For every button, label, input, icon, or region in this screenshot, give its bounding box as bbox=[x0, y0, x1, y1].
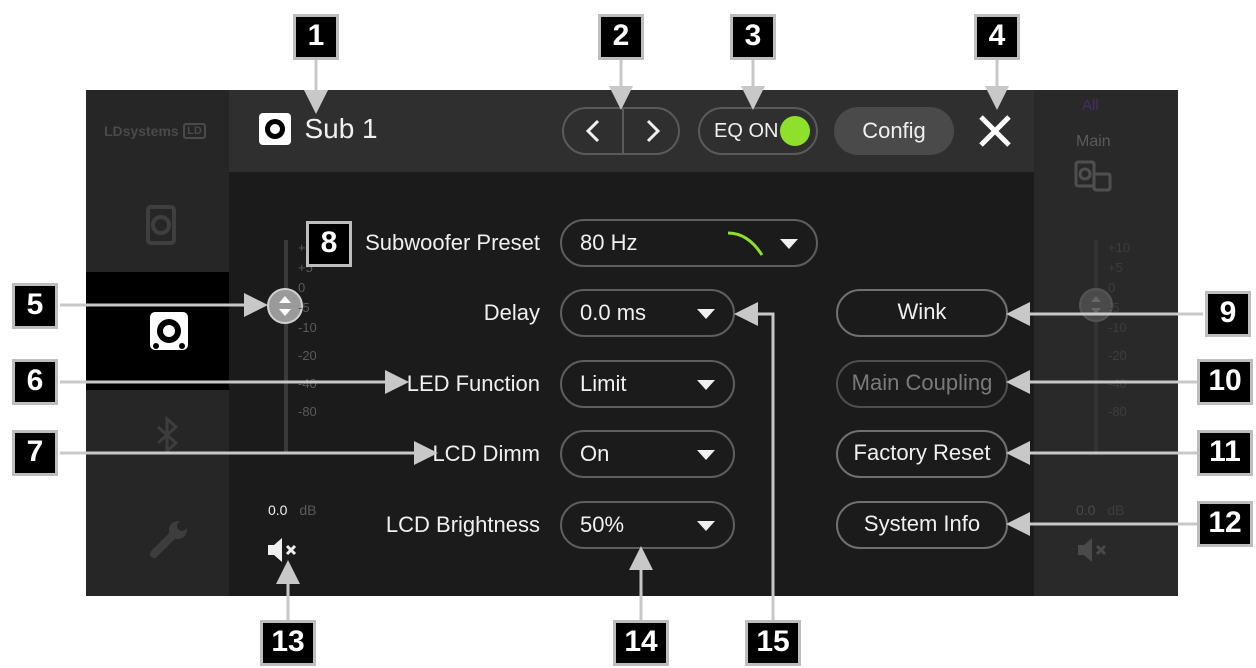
right-level-value: 0.0 bbox=[1076, 502, 1096, 518]
chevron-left-icon bbox=[585, 119, 600, 143]
chevron-down-icon bbox=[697, 521, 715, 531]
subwoofer-icon bbox=[259, 113, 291, 145]
right-level-readout: 0.0 dB bbox=[1076, 502, 1124, 518]
next-button[interactable] bbox=[624, 109, 680, 153]
callout-15: 15 bbox=[745, 620, 801, 666]
lcd-brightness-value: 50% bbox=[580, 512, 625, 537]
callout-2: 2 bbox=[598, 14, 644, 60]
fader-scale: +10 +5 0 -5 -10 -20 -40 -80 bbox=[298, 240, 328, 424]
callout-12: 12 bbox=[1197, 501, 1253, 547]
wrench-icon bbox=[150, 521, 187, 558]
eq-status-dot bbox=[780, 116, 810, 146]
right-fader-tick: -10 bbox=[1108, 320, 1127, 335]
title-group: Sub 1 bbox=[258, 112, 378, 152]
preset-label: Subwoofer Preset bbox=[365, 230, 540, 255]
lcd-brightness-dropdown[interactable]: 50% bbox=[560, 501, 735, 549]
right-fader-tick: +5 bbox=[1108, 260, 1123, 275]
delay-dropdown[interactable]: 0.0 ms bbox=[560, 289, 735, 337]
callout-13: 13 bbox=[260, 620, 316, 666]
sidebar-item-tools[interactable] bbox=[146, 518, 190, 567]
chevron-right-icon bbox=[646, 119, 661, 143]
brand-logo: LDsystems LD bbox=[104, 122, 206, 144]
eq-toggle[interactable]: EQ ON bbox=[698, 107, 818, 155]
brand-logo-badge: LD bbox=[183, 122, 206, 139]
main-coupling-button[interactable]: Main Coupling bbox=[836, 360, 1008, 408]
prev-button[interactable] bbox=[564, 109, 622, 153]
system-info-button[interactable]: System Info bbox=[836, 501, 1008, 549]
lcd-dimm-label: LCD Dimm bbox=[432, 441, 540, 466]
callout-3: 3 bbox=[730, 14, 776, 60]
callout-9: 9 bbox=[1205, 291, 1251, 337]
fader-level-value: 0.0 bbox=[268, 502, 288, 518]
led-function-label: LED Function bbox=[406, 371, 540, 396]
delay-label: Delay bbox=[483, 300, 540, 325]
right-fader-scale: +10 +5 0 -5 -10 -20 -40 -80 bbox=[1108, 240, 1138, 424]
brand-logo-text: LDsystems bbox=[104, 122, 179, 139]
preset-dropdown[interactable]: 80 Hz bbox=[560, 219, 818, 267]
highpass-curve-icon bbox=[727, 231, 764, 256]
callout-5: 5 bbox=[12, 283, 58, 329]
right-all-label: All bbox=[1082, 97, 1099, 114]
subwoofer-icon bbox=[150, 312, 188, 350]
callout-11: 11 bbox=[1197, 430, 1253, 476]
chevron-down-icon bbox=[697, 380, 715, 390]
lcd-dimm-dropdown[interactable]: On bbox=[560, 430, 735, 478]
fader-tick: -40 bbox=[298, 376, 317, 391]
lcd-brightness-label: LCD Brightness bbox=[385, 512, 540, 537]
callout-6: 6 bbox=[12, 359, 58, 405]
speaker-group-icon bbox=[1074, 160, 1112, 192]
wink-button[interactable]: Wink bbox=[836, 289, 1008, 337]
sidebar-item-speaker[interactable] bbox=[146, 205, 176, 250]
right-mute-button bbox=[1076, 536, 1110, 569]
led-function-dropdown[interactable]: Limit bbox=[560, 360, 735, 408]
right-level-unit: dB bbox=[1107, 502, 1125, 518]
mute-icon bbox=[268, 538, 297, 562]
right-fader-tick: +10 bbox=[1108, 240, 1131, 255]
lcd-dimm-value: On bbox=[580, 441, 610, 466]
callout-1: 1 bbox=[293, 14, 339, 60]
fader-level-readout: 0.0 dB bbox=[268, 502, 316, 518]
right-fader-tick: -40 bbox=[1108, 376, 1127, 391]
up-down-icon bbox=[1091, 296, 1101, 314]
right-fader-tick: 0 bbox=[1108, 280, 1116, 295]
sidebar-item-bluetooth[interactable] bbox=[148, 415, 188, 460]
nav-arrows bbox=[562, 107, 680, 155]
mute-icon bbox=[1078, 538, 1107, 562]
right-fader-tick: -5 bbox=[1108, 300, 1120, 315]
mute-button[interactable] bbox=[266, 536, 300, 569]
fader-tick: -10 bbox=[298, 320, 317, 335]
sidebar-item-subwoofer[interactable] bbox=[148, 310, 190, 357]
right-fader-tick: -20 bbox=[1108, 348, 1127, 363]
callout-4: 4 bbox=[974, 14, 1020, 60]
fader-tick: -20 bbox=[298, 348, 317, 363]
factory-reset-button[interactable]: Factory Reset bbox=[836, 430, 1008, 478]
page-title: Sub 1 bbox=[304, 113, 378, 144]
right-fader-track bbox=[1094, 240, 1098, 452]
delay-value: 0.0 ms bbox=[580, 300, 647, 325]
right-main-speaker[interactable] bbox=[1074, 160, 1114, 199]
speaker-icon bbox=[146, 205, 176, 245]
preset-value: 80 Hz bbox=[580, 230, 638, 255]
close-button[interactable] bbox=[976, 112, 1014, 155]
close-icon bbox=[979, 115, 1011, 147]
chevron-down-icon bbox=[697, 309, 715, 319]
right-main-label: Main bbox=[1076, 133, 1111, 150]
fader-level-unit: dB bbox=[299, 502, 317, 518]
config-button[interactable]: Config bbox=[834, 107, 954, 155]
right-fader-tick: -80 bbox=[1108, 404, 1127, 419]
callout-10: 10 bbox=[1197, 359, 1253, 405]
fader-track[interactable] bbox=[284, 240, 288, 452]
fader-tick: -5 bbox=[298, 300, 310, 315]
chevron-down-icon bbox=[697, 450, 715, 460]
fader-tick: 0 bbox=[298, 280, 306, 295]
callout-8: 8 bbox=[306, 221, 352, 267]
callout-7: 7 bbox=[12, 430, 58, 476]
chevron-down-icon bbox=[780, 239, 798, 249]
eq-toggle-label: EQ ON bbox=[714, 120, 779, 142]
fader-tick: -80 bbox=[298, 404, 317, 419]
up-down-icon bbox=[279, 296, 291, 316]
bluetooth-icon bbox=[157, 415, 179, 455]
led-function-value: Limit bbox=[580, 371, 627, 396]
callout-14: 14 bbox=[613, 620, 669, 666]
